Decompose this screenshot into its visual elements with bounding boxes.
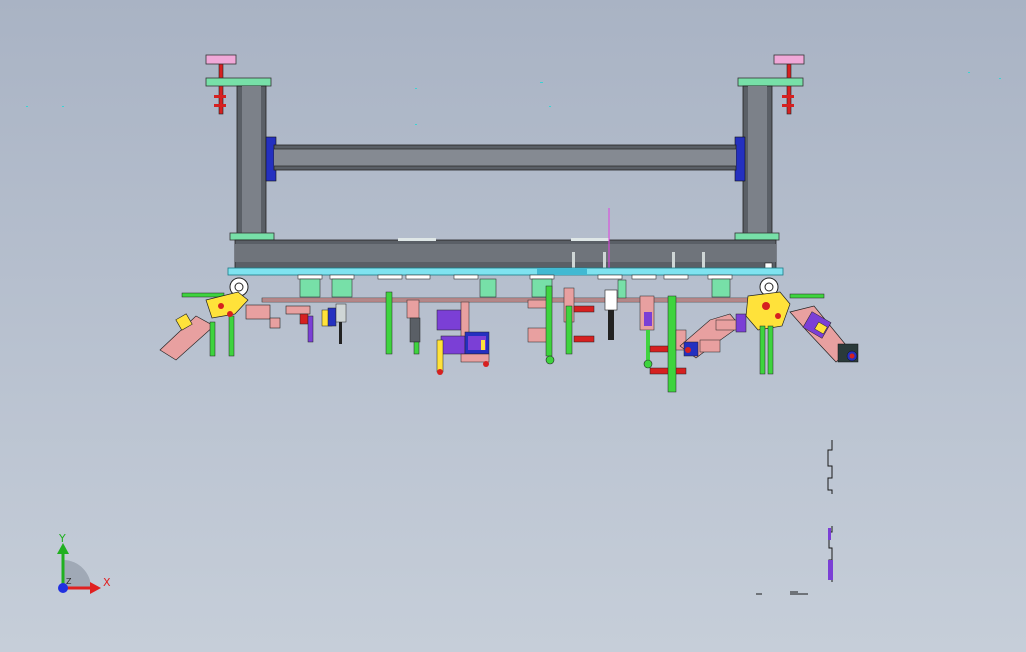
background-specks (26, 72, 1001, 125)
right-end-plate (734, 136, 746, 182)
right-top-pad (773, 54, 805, 65)
center-clamps[interactable] (527, 279, 687, 393)
fragment-purple-small (828, 528, 831, 540)
cross-beam[interactable] (265, 136, 746, 182)
mounting-rail[interactable] (227, 267, 784, 298)
x-axis-label: X (103, 576, 111, 589)
y-axis-label: Y (59, 532, 66, 545)
left-support-post[interactable] (205, 54, 275, 241)
left-top-pad (205, 54, 237, 65)
right-support-post[interactable] (734, 54, 805, 241)
center-left-clamps[interactable] (385, 291, 490, 375)
right-gripper-assembly[interactable] (679, 277, 859, 375)
right-base-plate (734, 232, 780, 241)
cad-model-view[interactable] (0, 0, 1026, 652)
z-axis-label: Z (66, 577, 72, 586)
tooling-linkage[interactable] (261, 297, 763, 303)
bottom-beam[interactable] (234, 208, 777, 271)
left-top-plate (205, 77, 272, 87)
graphics-viewport[interactable]: Y X Z (0, 0, 1026, 652)
profile-fragments (756, 440, 833, 595)
right-top-plate (737, 77, 804, 87)
reference-triad[interactable] (57, 543, 101, 594)
left-base-plate (229, 232, 275, 241)
fragment-purple (828, 560, 833, 580)
